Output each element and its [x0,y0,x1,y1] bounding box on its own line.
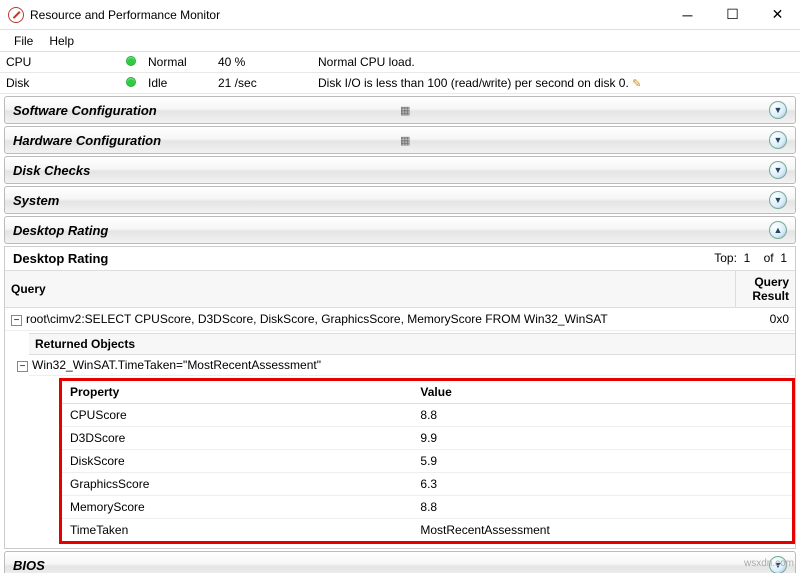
table-row: DiskScore5.9 [62,450,792,473]
query-table: Query Query Result −root\cimv2:SELECT CP… [5,271,795,331]
status-dot-icon [126,56,136,66]
stat-cpu-label: CPU [0,52,120,73]
section-label: System [13,193,59,208]
expand-icon[interactable]: ▼ [769,131,787,149]
stat-row-cpu: CPU Normal 40 % Normal CPU load. [0,52,800,73]
property-header: Property [62,381,412,404]
table-row: MemoryScore8.8 [62,496,792,519]
query-text: root\cimv2:SELECT CPUScore, D3DScore, Di… [26,312,608,326]
app-icon [8,7,24,23]
window-controls: ─ ☐ ✕ [665,0,800,29]
table-row: GraphicsScore6.3 [62,473,792,496]
minimize-button[interactable]: ─ [665,0,710,29]
collapse-icon[interactable]: ▲ [769,221,787,239]
query-header: Query [5,271,735,308]
rating-pager: Top: 1 of 1 [714,251,787,266]
returned-objects-box: Returned Objects −Win32_WinSAT.TimeTaken… [29,333,795,544]
section-label: BIOS [13,558,45,573]
content-area: CPU Normal 40 % Normal CPU load. Disk Id… [0,52,800,573]
query-result: 0x0 [735,308,795,331]
menu-help[interactable]: Help [41,32,82,50]
tree-collapse-icon[interactable]: − [17,361,28,372]
watermark: wsxdn.com [744,558,794,569]
window-title: Resource and Performance Monitor [30,8,665,22]
value-header: Value [412,381,792,404]
section-label: Software Configuration [13,103,157,118]
section-label: Disk Checks [13,163,90,178]
expand-icon[interactable]: ▼ [769,101,787,119]
rating-heading-row: Desktop Rating Top: 1 of 1 [5,247,795,271]
tree-collapse-icon[interactable]: − [11,315,22,326]
stat-row-disk: Disk Idle 21 /sec Disk I/O is less than … [0,73,800,94]
stat-cpu-value: 40 % [212,52,312,73]
section-label: Hardware Configuration [13,133,161,148]
stats-table: CPU Normal 40 % Normal CPU load. Disk Id… [0,52,800,94]
close-button[interactable]: ✕ [755,0,800,29]
section-software-config[interactable]: Software Configuration ▦ ▼ [4,96,796,124]
queryresult-header: Query Result [735,271,795,308]
stat-disk-value: 21 /sec [212,73,312,94]
calendar-icon: ▦ [400,104,410,117]
expand-icon[interactable]: ▼ [769,161,787,179]
stat-cpu-status: Normal [142,52,212,73]
section-system[interactable]: System ▼ [4,186,796,214]
stat-disk-status: Idle [142,73,212,94]
table-row: CPUScore8.8 [62,404,792,427]
titlebar: Resource and Performance Monitor ─ ☐ ✕ [0,0,800,30]
section-label: Desktop Rating [13,223,108,238]
returned-object-name: Win32_WinSAT.TimeTaken="MostRecentAssess… [32,358,321,372]
stat-cpu-desc: Normal CPU load. [312,52,800,73]
desktop-rating-panel: Desktop Rating Top: 1 of 1 Query Query R… [4,246,796,549]
scores-table: Property Value CPUScore8.8 D3DScore9.9 D… [62,381,792,541]
returned-header: Returned Objects [29,333,795,355]
section-bios[interactable]: BIOS ▼ [4,551,796,573]
scores-box: Property Value CPUScore8.8 D3DScore9.9 D… [59,378,795,544]
table-row: D3DScore9.9 [62,427,792,450]
maximize-button[interactable]: ☐ [710,0,755,29]
section-desktop-rating[interactable]: Desktop Rating ▲ [4,216,796,244]
menubar: File Help [0,30,800,52]
section-disk-checks[interactable]: Disk Checks ▼ [4,156,796,184]
returned-object-row: −Win32_WinSAT.TimeTaken="MostRecentAsses… [29,355,795,376]
edit-icon[interactable]: ✎ [632,77,641,90]
rating-heading: Desktop Rating [13,251,108,266]
calendar-icon: ▦ [400,134,410,147]
status-dot-icon [126,77,136,87]
section-hardware-config[interactable]: Hardware Configuration ▦ ▼ [4,126,796,154]
query-row: −root\cimv2:SELECT CPUScore, D3DScore, D… [5,308,795,331]
expand-icon[interactable]: ▼ [769,191,787,209]
stat-disk-desc: Disk I/O is less than 100 (read/write) p… [318,76,629,90]
stat-disk-label: Disk [0,73,120,94]
table-row: TimeTakenMostRecentAssessment [62,519,792,542]
menu-file[interactable]: File [6,32,41,50]
